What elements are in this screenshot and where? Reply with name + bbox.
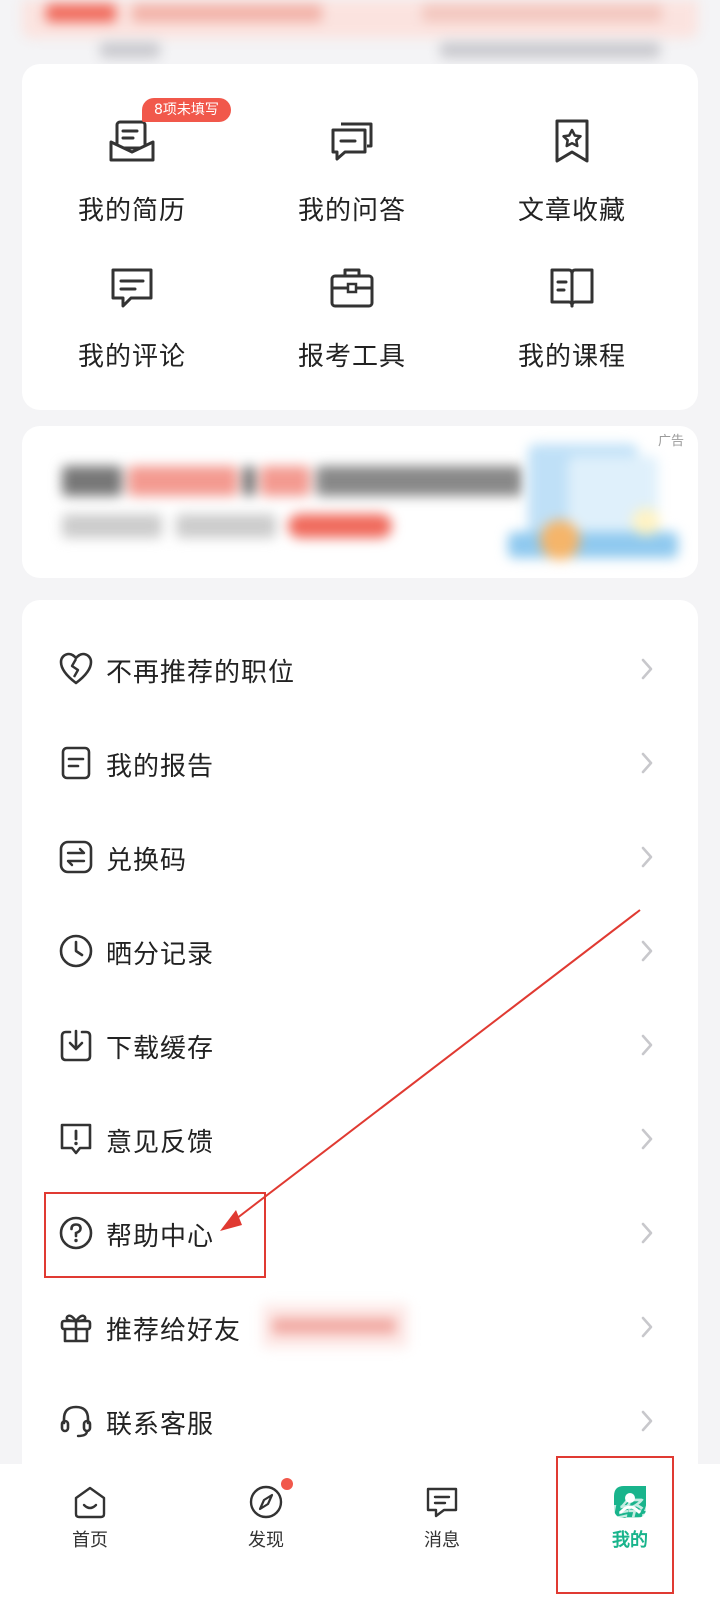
list-row-recommend-friend[interactable]: 推荐给好友 — [22, 1280, 698, 1374]
list-row-label: 意见反馈 — [106, 1128, 215, 1158]
briefcase-icon — [330, 268, 374, 308]
promo-text-blurred — [262, 1304, 408, 1348]
highlight-box-mine-tab — [556, 1456, 674, 1594]
resume-icon — [109, 120, 155, 162]
chat-bubbles-icon — [331, 122, 373, 161]
grid-item-courses[interactable]: 我的课程 — [462, 210, 682, 372]
chevron-right-icon — [641, 1128, 653, 1150]
tab-label: 首页 — [72, 1530, 108, 1551]
grid-item-exam-tools[interactable]: 报考工具 — [242, 210, 462, 372]
list-row-score-records[interactable]: 晒分记录 — [22, 904, 698, 998]
list-row-label: 晒分记录 — [106, 940, 215, 970]
list-row-label: 推荐给好友 — [106, 1316, 242, 1346]
open-book-icon — [550, 268, 594, 308]
broken-heart-icon — [59, 652, 93, 685]
highlight-box-help-center — [44, 1192, 266, 1278]
comment-icon — [111, 268, 153, 308]
header-info-blurred — [100, 40, 660, 60]
feedback-icon — [60, 1123, 92, 1155]
headset-icon — [60, 1405, 92, 1438]
list-row-feedback[interactable]: 意见反馈 — [22, 1092, 698, 1186]
grid-item-label: 我的课程 — [517, 342, 626, 372]
chevron-right-icon — [641, 846, 653, 868]
list-row-label: 不再推荐的职位 — [106, 658, 296, 688]
grid-item-label: 我的评论 — [77, 342, 186, 372]
bookmark-star-icon — [555, 119, 589, 163]
chevron-right-icon — [641, 1316, 653, 1338]
ad-headline-blurred — [62, 466, 522, 498]
list-row-redeem-code[interactable]: 兑换码 — [22, 810, 698, 904]
tab-discover[interactable]: 发现 — [176, 1464, 356, 1600]
chevron-right-icon — [641, 1410, 653, 1432]
grid-item-comments[interactable]: 我的评论 — [22, 210, 242, 372]
exchange-icon — [59, 840, 93, 874]
quick-access-card: 我的简历 8项未填写 我的问答 文章收藏 我的评论 报考工具 我的课程 — [22, 64, 698, 410]
clock-icon — [59, 934, 93, 968]
list-row-label: 联系客服 — [106, 1410, 215, 1440]
notification-dot — [281, 1478, 293, 1490]
tab-messages[interactable]: 消息 — [352, 1464, 532, 1600]
top-banner-blurred — [22, 0, 698, 38]
unfilled-badge: 8项未填写 — [142, 98, 231, 122]
list-row-customer-service[interactable]: 联系客服 — [22, 1374, 698, 1468]
grid-item-qa[interactable]: 我的问答 — [242, 64, 462, 226]
message-icon — [426, 1487, 458, 1518]
ad-illustration — [508, 444, 678, 560]
list-row-label: 下载缓存 — [106, 1034, 215, 1064]
tab-label: 消息 — [424, 1530, 460, 1551]
grid-item-label: 报考工具 — [297, 342, 406, 372]
compass-icon — [249, 1485, 283, 1519]
chevron-right-icon — [641, 658, 653, 680]
download-icon — [60, 1029, 92, 1062]
list-row-my-report[interactable]: 我的报告 — [22, 716, 698, 810]
grid-item-favorites[interactable]: 文章收藏 — [462, 64, 682, 226]
list-row-download-cache[interactable]: 下载缓存 — [22, 998, 698, 1092]
home-smile-icon — [74, 1486, 106, 1519]
ad-banner[interactable]: 广告 — [22, 426, 698, 578]
chevron-right-icon — [641, 940, 653, 962]
list-row-not-recommended[interactable]: 不再推荐的职位 — [22, 622, 698, 716]
list-row-label: 兑换码 — [106, 846, 188, 876]
chevron-right-icon — [641, 1222, 653, 1244]
chevron-right-icon — [641, 1034, 653, 1056]
chevron-right-icon — [641, 752, 653, 774]
gift-icon — [60, 1314, 92, 1343]
tab-label: 发现 — [248, 1530, 284, 1551]
report-doc-icon — [61, 746, 91, 780]
tab-home[interactable]: 首页 — [0, 1464, 180, 1600]
list-row-label: 我的报告 — [106, 752, 215, 782]
ad-subline-blurred — [62, 514, 402, 540]
settings-list: 不再推荐的职位 我的报告 兑换码 晒分记录 下载缓存 意见反馈 帮助中心 推荐给… — [22, 600, 698, 1480]
grid-item-resume[interactable]: 我的简历 — [22, 64, 242, 226]
